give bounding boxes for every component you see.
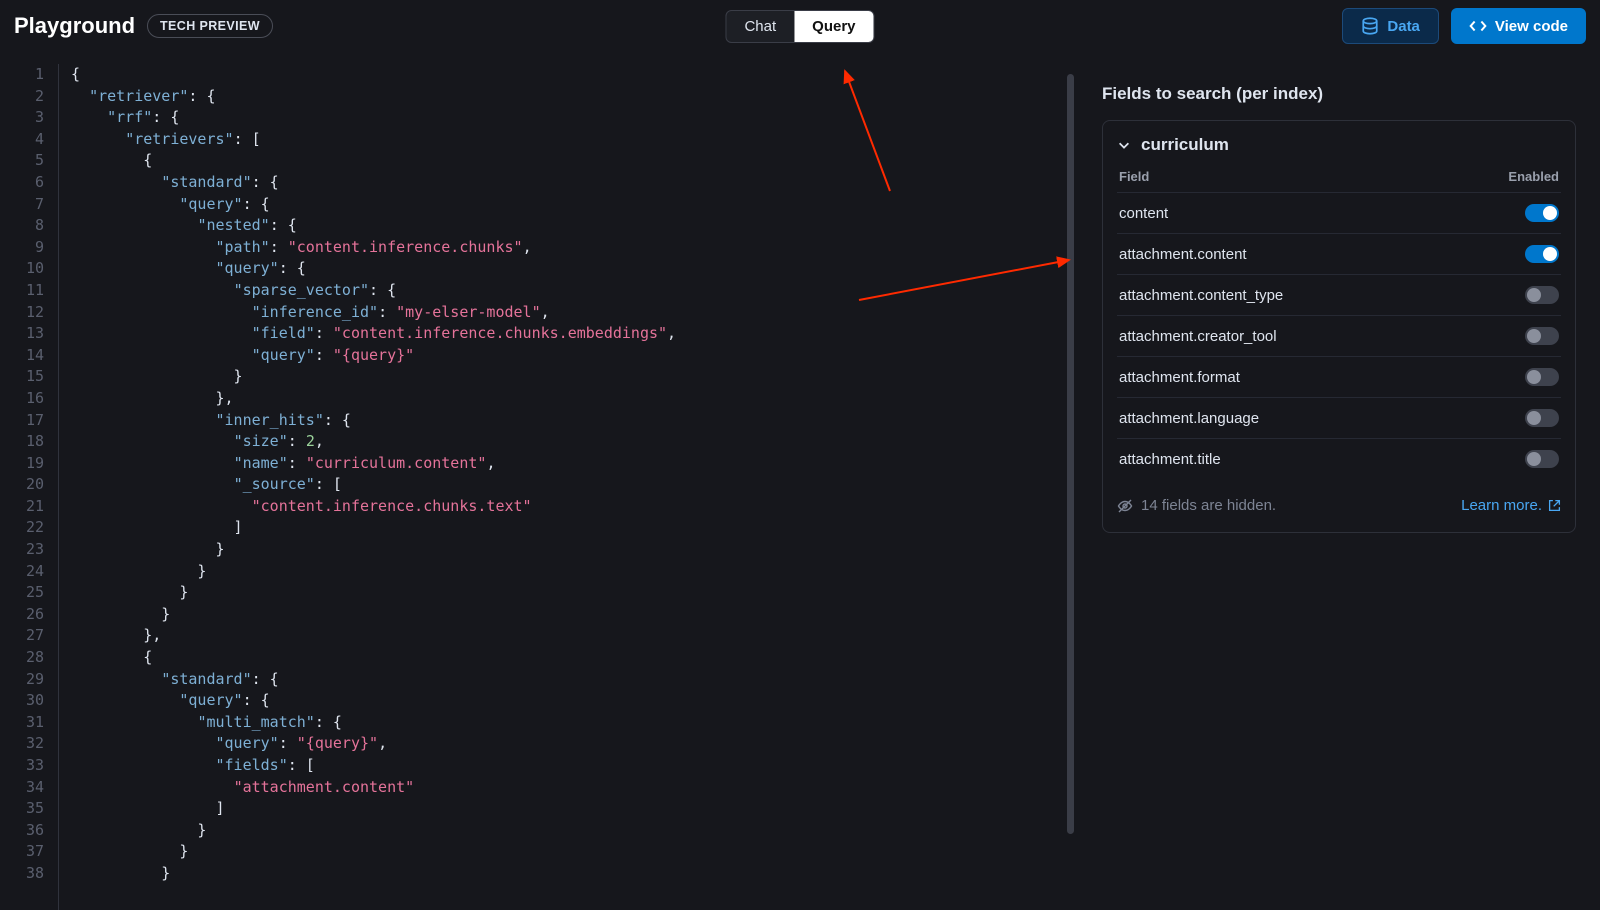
tab-chat[interactable]: Chat: [726, 11, 794, 42]
field-name: attachment.content_type: [1119, 287, 1283, 304]
field-name: attachment.language: [1119, 410, 1259, 427]
col-field: Field: [1119, 169, 1149, 184]
tech-preview-badge: TECH PREVIEW: [147, 14, 273, 38]
field-row: attachment.language: [1117, 397, 1561, 438]
field-name: attachment.creator_tool: [1119, 328, 1277, 345]
editor-scrollbar[interactable]: [1067, 74, 1074, 834]
field-toggle[interactable]: [1525, 327, 1559, 345]
line-gutter: 1234567891011121314151617181920212223242…: [0, 64, 58, 910]
field-name: attachment.content: [1119, 246, 1247, 263]
view-code-label: View code: [1495, 18, 1568, 35]
learn-more-label: Learn more.: [1461, 497, 1542, 514]
page-title: Playground: [14, 13, 135, 39]
field-toggle[interactable]: [1525, 245, 1559, 263]
view-code-button[interactable]: View code: [1451, 8, 1586, 44]
chevron-down-icon: [1117, 138, 1131, 152]
index-name: curriculum: [1141, 135, 1229, 155]
field-toggle[interactable]: [1525, 286, 1559, 304]
field-toggle[interactable]: [1525, 409, 1559, 427]
tab-query[interactable]: Query: [794, 11, 873, 42]
data-button[interactable]: Data: [1342, 8, 1439, 44]
field-toggle[interactable]: [1525, 204, 1559, 222]
fields-title: Fields to search (per index): [1102, 84, 1576, 104]
external-link-icon: [1548, 499, 1561, 512]
code-icon: [1469, 17, 1487, 35]
field-toggle[interactable]: [1525, 450, 1559, 468]
eye-off-icon: [1117, 498, 1133, 514]
field-row: attachment.title: [1117, 438, 1561, 479]
field-name: attachment.format: [1119, 369, 1240, 386]
field-row: attachment.content: [1117, 233, 1561, 274]
field-row: attachment.content_type: [1117, 274, 1561, 315]
learn-more-link[interactable]: Learn more.: [1461, 497, 1561, 514]
field-row: attachment.format: [1117, 356, 1561, 397]
field-row: content: [1117, 192, 1561, 233]
col-enabled: Enabled: [1508, 169, 1559, 184]
data-button-label: Data: [1387, 18, 1420, 35]
code-editor[interactable]: 1234567891011121314151617181920212223242…: [0, 64, 1074, 910]
field-name: attachment.title: [1119, 451, 1221, 468]
database-icon: [1361, 17, 1379, 35]
column-headers: Field Enabled: [1117, 169, 1561, 192]
code-content[interactable]: { "retriever": { "rrf": { "retrievers": …: [58, 64, 1074, 910]
field-row: attachment.creator_tool: [1117, 315, 1561, 356]
field-toggle[interactable]: [1525, 368, 1559, 386]
index-header[interactable]: curriculum: [1117, 135, 1561, 155]
field-name: content: [1119, 205, 1168, 222]
hidden-fields-text: 14 fields are hidden.: [1141, 497, 1276, 514]
topbar: Playground TECH PREVIEW Chat Query Data …: [0, 0, 1600, 52]
mode-tabs: Chat Query: [725, 10, 874, 43]
index-panel: curriculum Field Enabled content attachme…: [1102, 120, 1576, 533]
